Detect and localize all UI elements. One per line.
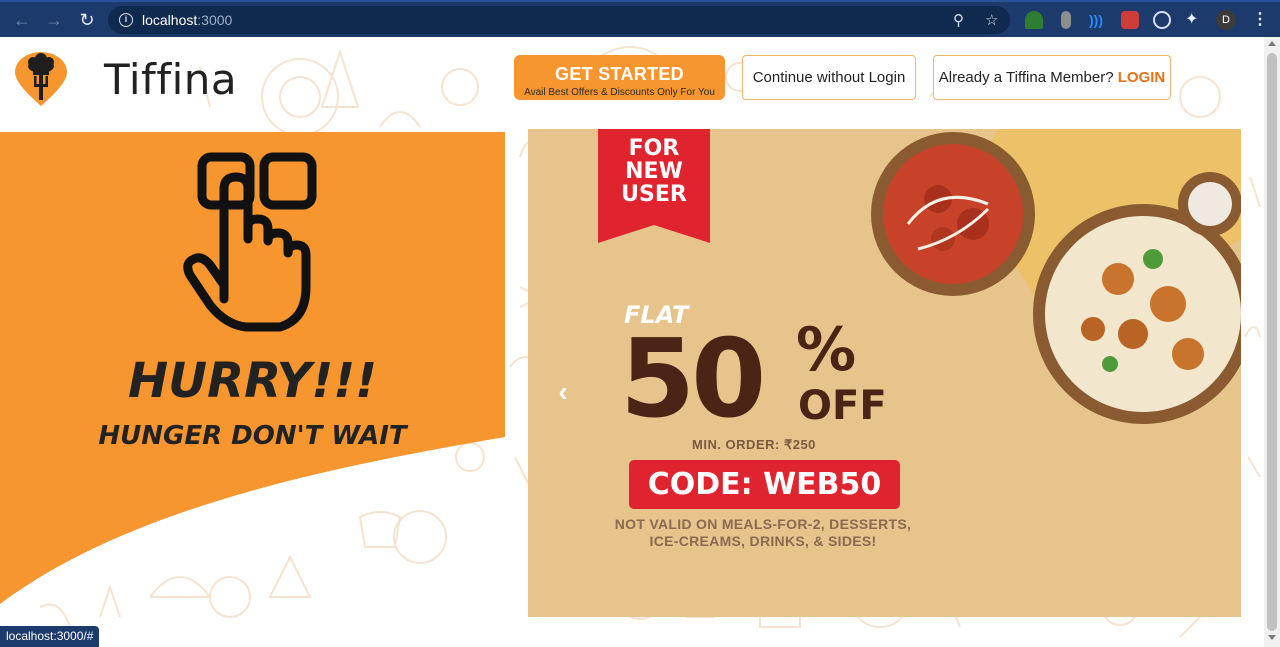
status-bar-url: localhost:3000/# <box>0 626 100 647</box>
get-started-button[interactable]: GET STARTED Avail Best Offers & Discount… <box>514 55 725 100</box>
get-started-subtitle: Avail Best Offers & Discounts Only For Y… <box>524 87 715 98</box>
browser-toolbar: ← → ↻ i localhost:3000 ⚲ ☆ ))) ✦ D ⋮ <box>0 0 1280 37</box>
bookmark-star-icon[interactable]: ☆ <box>985 11 998 29</box>
discount-number: 50 <box>620 317 766 442</box>
page-scrollbar[interactable] <box>1264 37 1280 647</box>
back-icon[interactable]: ← <box>10 8 34 32</box>
tree-extension-icon[interactable] <box>1025 11 1043 29</box>
off-label: OFF <box>798 383 887 429</box>
scroll-up-icon[interactable] <box>1268 41 1276 46</box>
page-viewport: Tiffina GET STARTED Avail Best Offers & … <box>0 37 1264 647</box>
target-extension-icon[interactable] <box>1153 11 1171 29</box>
member-prompt: Already a Tiffina Member? <box>938 69 1114 86</box>
puzzle-extensions-icon[interactable]: ✦ <box>1185 11 1203 29</box>
reload-icon[interactable]: ↻ <box>75 8 99 32</box>
promo-code-badge: CODE: WEB50 <box>629 460 900 509</box>
carousel-prev-icon[interactable]: ‹ <box>550 378 576 406</box>
site-info-icon[interactable]: i <box>119 13 133 27</box>
scroll-down-icon[interactable] <box>1268 635 1276 640</box>
new-user-ribbon-text: FOR NEW USER <box>621 136 687 207</box>
offer-carousel-slide[interactable]: FOR NEW USER FLAT 50 % OFF MIN. ORDER: ₹… <box>528 129 1241 617</box>
hero-headline: HURRY!!! <box>127 353 378 409</box>
url-text: localhost:3000 <box>142 12 233 28</box>
percent-sign: % <box>796 315 857 385</box>
bottle-extension-icon[interactable] <box>1061 11 1071 29</box>
tap-hand-icon <box>183 152 317 332</box>
member-login-button[interactable]: Already a Tiffina Member? LOGIN <box>933 55 1171 100</box>
offer-terms: NOT VALID ON MEALS-FOR-2, DESSERTS, ICE-… <box>614 516 912 549</box>
continue-without-login-button[interactable]: Continue without Login <box>742 55 916 100</box>
wave-extension-icon[interactable]: ))) <box>1089 11 1107 29</box>
get-started-label: GET STARTED <box>555 64 684 84</box>
forward-icon[interactable]: → <box>42 8 66 32</box>
brand-name[interactable]: Tiffina <box>104 55 237 104</box>
tiffina-logo-icon <box>15 52 67 106</box>
scrollbar-thumb[interactable] <box>1267 53 1277 631</box>
address-bar[interactable]: i localhost:3000 ⚲ ☆ <box>108 6 1010 34</box>
hero-subheadline: HUNGER DON'T WAIT <box>98 421 407 451</box>
browser-menu-icon[interactable]: ⋮ <box>1252 9 1268 29</box>
food-bowls-image <box>871 129 1241 424</box>
min-order-text: MIN. ORDER: ₹250 <box>692 437 816 452</box>
login-link[interactable]: LOGIN <box>1118 69 1166 86</box>
profile-avatar[interactable]: D <box>1216 10 1236 30</box>
zoom-icon[interactable]: ⚲ <box>953 11 964 29</box>
red-extension-icon[interactable] <box>1121 11 1139 29</box>
